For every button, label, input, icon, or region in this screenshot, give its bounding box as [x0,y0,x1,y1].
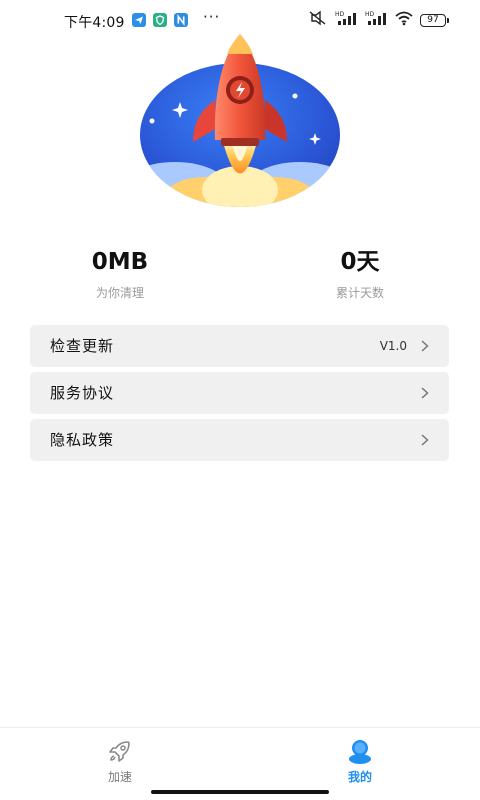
cleaned-label: 为你清理 [95,286,144,300]
status-time: 下午4:09 [64,15,125,31]
service-agreement-label: 服务协议 [50,384,115,402]
shield-icon [153,13,167,27]
nav-accelerate-label: 加速 [107,770,132,784]
wifi-icon [394,10,414,30]
hd-signal-icon: HD [334,10,358,30]
home-indicator [151,790,329,794]
days-label: 累计天数 [335,286,384,300]
chevron-right-icon [421,434,429,446]
status-indicators: HD HD 97 [308,10,449,30]
user-icon [349,740,371,764]
svg-text:HD: HD [335,11,345,18]
service-agreement-item[interactable]: 服务协议 [30,372,449,414]
rocket-illustration [135,30,345,210]
n-app-icon [174,13,188,27]
privacy-policy-item[interactable]: 隐私政策 [30,419,449,461]
rocket-outline-icon [109,741,130,762]
check-update-item[interactable]: 检查更新 V1.0 [30,325,449,367]
cleaned-stat: 0MB 为你清理 [40,246,200,301]
version-value: V1.0 [379,339,407,353]
hd-signal-icon-2: HD [364,10,388,30]
battery-icon: 97 [420,13,449,27]
days-stat: 0天 累计天数 [280,246,440,301]
more-notifications-icon: ··· [203,8,221,26]
my-page-screen: 下午4:09 ··· HD HD 97 0MB 为你清理 0天 累计天数 检查更… [0,0,480,800]
mute-icon [308,10,328,30]
nav-mine-label: 我的 [347,770,372,784]
chevron-right-icon [421,387,429,399]
days-value: 0天 [340,249,380,275]
svg-text:HD: HD [365,11,375,18]
chevron-right-icon [421,340,429,352]
check-update-label: 检查更新 [50,337,115,355]
paper-plane-icon [132,13,146,27]
cleaned-value: 0MB [91,249,149,275]
privacy-policy-label: 隐私政策 [50,431,115,449]
